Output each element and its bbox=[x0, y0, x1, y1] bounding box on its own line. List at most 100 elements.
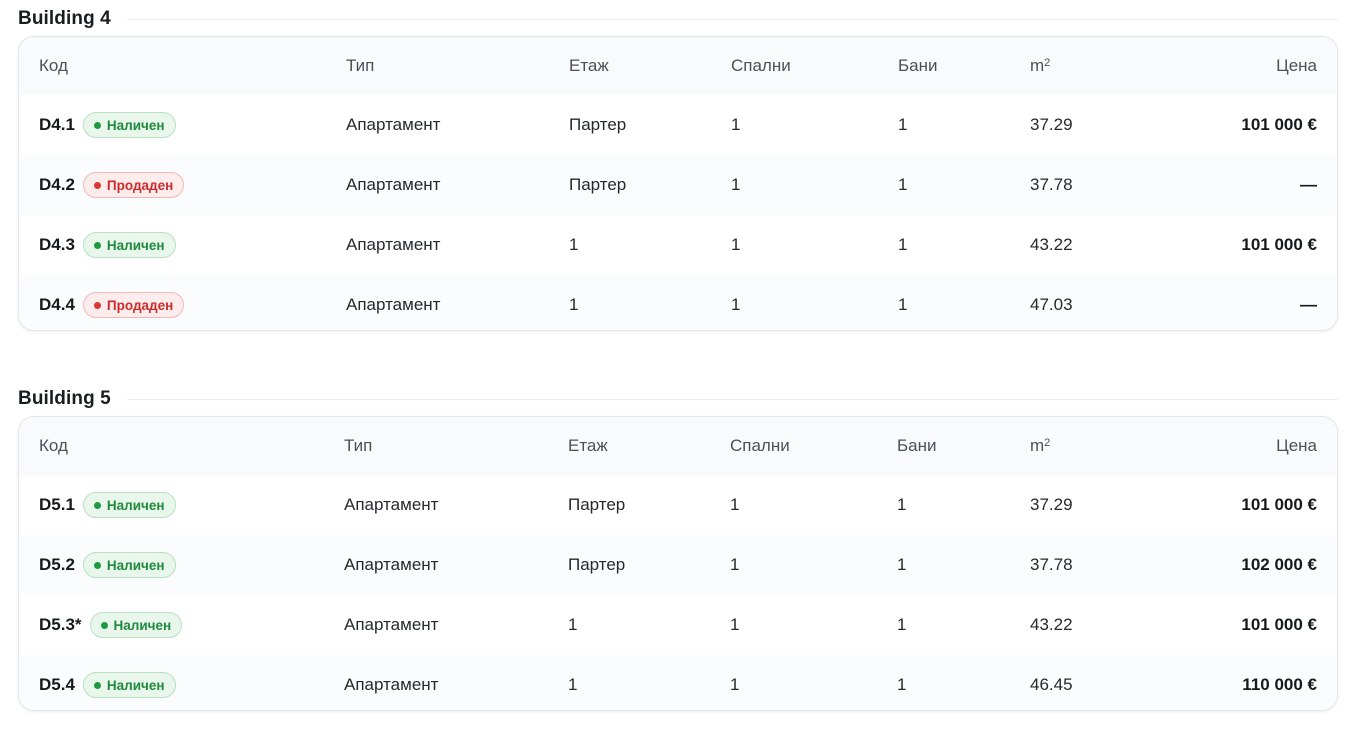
unit-code-cell: D5.4 Наличен bbox=[39, 655, 176, 710]
unit-bedrooms: 1 bbox=[730, 675, 740, 694]
unit-area: 37.29 bbox=[1030, 115, 1073, 134]
column-header-type[interactable]: Тип bbox=[344, 417, 372, 475]
unit-area: 37.78 bbox=[1030, 175, 1073, 194]
table-row[interactable]: D5.4 Наличен Апартамент 1 1 1 46.45 110 0… bbox=[19, 655, 1337, 710]
unit-floor: Партер bbox=[569, 175, 627, 194]
column-header-floor[interactable]: Етаж bbox=[569, 37, 609, 95]
status-badge: Наличен bbox=[89, 612, 183, 638]
table-row[interactable]: D4.3 Наличен Апартамент 1 1 1 43.22 101 0… bbox=[19, 215, 1337, 275]
area-unit: m bbox=[1030, 56, 1045, 75]
unit-code: D4.1 bbox=[39, 115, 75, 134]
unit-price: 101 000 € bbox=[1241, 115, 1317, 134]
section-divider bbox=[126, 18, 1338, 20]
column-header-area[interactable]: m2 bbox=[1030, 417, 1050, 475]
status-label: Наличен bbox=[106, 497, 165, 513]
section-header: Building 5 bbox=[18, 387, 1338, 411]
unit-price: 101 000 € bbox=[1241, 235, 1317, 254]
column-header-floor[interactable]: Етаж bbox=[568, 417, 608, 475]
unit-price: 110 000 € bbox=[1242, 675, 1317, 694]
unit-type: Апартамент bbox=[346, 295, 441, 314]
column-header-bedrooms[interactable]: Спални bbox=[730, 417, 790, 475]
status-label: Наличен bbox=[106, 677, 165, 693]
unit-code: D4.2 bbox=[39, 175, 75, 194]
unit-code: D5.2 bbox=[39, 555, 75, 574]
unit-code: D5.1 bbox=[39, 495, 75, 514]
status-badge: Продаден bbox=[82, 292, 185, 318]
unit-area: 47.03 bbox=[1030, 295, 1073, 314]
column-header-price[interactable]: Цена bbox=[1276, 417, 1317, 475]
unit-bedrooms: 1 bbox=[731, 235, 741, 254]
unit-code: D5.4 bbox=[39, 675, 75, 694]
unit-baths: 1 bbox=[898, 175, 908, 194]
unit-code: D5.3* bbox=[39, 615, 82, 634]
status-badge: Наличен bbox=[82, 492, 176, 518]
unit-bedrooms: 1 bbox=[731, 295, 741, 314]
status-dot-icon bbox=[93, 561, 101, 569]
status-label: Продаден bbox=[106, 177, 174, 193]
status-dot-icon bbox=[93, 241, 101, 249]
column-header-code[interactable]: Код bbox=[39, 417, 68, 475]
unit-bedrooms: 1 bbox=[730, 615, 740, 634]
unit-price: 101 000 € bbox=[1241, 615, 1317, 634]
table-row[interactable]: D5.2 Наличен Апартамент Партер 1 1 37.78 … bbox=[19, 535, 1337, 595]
status-label: Наличен bbox=[106, 117, 165, 133]
building-section: Building 4 Код Тип Етаж Спални Бани m2 Ц… bbox=[18, 7, 1338, 331]
unit-code-cell: D5.3* Наличен bbox=[39, 595, 183, 655]
unit-baths: 1 bbox=[897, 615, 907, 634]
unit-type: Апартамент bbox=[344, 675, 439, 694]
section-divider bbox=[126, 398, 1338, 400]
page: Building 4 Код Тип Етаж Спални Бани m2 Ц… bbox=[0, 0, 1356, 737]
unit-bedrooms: 1 bbox=[731, 115, 741, 134]
area-unit: m bbox=[1030, 436, 1045, 455]
table-row[interactable]: D5.1 Наличен Апартамент Партер 1 1 37.29 … bbox=[19, 475, 1337, 535]
unit-baths: 1 bbox=[898, 295, 908, 314]
unit-code-cell: D4.3 Наличен bbox=[39, 215, 176, 275]
table-row[interactable]: D5.3* Наличен Апартамент 1 1 1 43.22 101 … bbox=[19, 595, 1337, 655]
unit-baths: 1 bbox=[897, 495, 907, 514]
unit-area: 37.78 bbox=[1030, 555, 1073, 574]
building-section: Building 5 Код Тип Етаж Спални Бани m2 Ц… bbox=[18, 387, 1338, 711]
unit-area: 37.29 bbox=[1030, 495, 1073, 514]
unit-code-cell: D4.1 Наличен bbox=[39, 95, 176, 155]
unit-price: 101 000 € bbox=[1241, 495, 1317, 514]
status-badge: Наличен bbox=[82, 552, 176, 578]
status-label: Продаден bbox=[106, 297, 174, 313]
column-header-baths[interactable]: Бани bbox=[898, 37, 938, 95]
unit-floor: 1 bbox=[568, 675, 578, 694]
units-table: Код Тип Етаж Спални Бани m2 Цена D5.1 Нал… bbox=[18, 416, 1338, 711]
unit-floor: Партер bbox=[568, 495, 626, 514]
column-header-price[interactable]: Цена bbox=[1276, 37, 1317, 95]
status-badge: Наличен bbox=[82, 112, 176, 138]
unit-code: D4.3 bbox=[39, 235, 75, 254]
section-header: Building 4 bbox=[18, 7, 1338, 31]
table-row[interactable]: D4.1 Наличен Апартамент Партер 1 1 37.29 … bbox=[19, 95, 1337, 155]
unit-code-cell: D5.2 Наличен bbox=[39, 535, 176, 595]
unit-floor: Партер bbox=[569, 115, 627, 134]
column-header-area[interactable]: m2 bbox=[1030, 37, 1050, 95]
status-dot-icon bbox=[93, 121, 101, 129]
status-dot-icon bbox=[93, 181, 101, 189]
status-dot-icon bbox=[93, 681, 101, 689]
unit-price: — bbox=[1300, 295, 1317, 314]
unit-code-cell: D4.4 Продаден bbox=[39, 275, 185, 330]
status-badge: Наличен bbox=[82, 672, 176, 698]
unit-type: Апартамент bbox=[346, 115, 441, 134]
column-header-bedrooms[interactable]: Спални bbox=[731, 37, 791, 95]
status-label: Наличен bbox=[106, 237, 165, 253]
status-badge: Продаден bbox=[82, 172, 185, 198]
column-header-baths[interactable]: Бани bbox=[897, 417, 937, 475]
unit-type: Апартамент bbox=[346, 175, 441, 194]
unit-code-cell: D4.2 Продаден bbox=[39, 155, 185, 215]
unit-bedrooms: 1 bbox=[730, 495, 740, 514]
table-header-row: Код Тип Етаж Спални Бани m2 Цена bbox=[19, 417, 1337, 475]
unit-baths: 1 bbox=[898, 115, 908, 134]
table-row[interactable]: D4.4 Продаден Апартамент 1 1 1 47.03 — bbox=[19, 275, 1337, 330]
column-header-type[interactable]: Тип bbox=[346, 37, 374, 95]
section-title: Building 5 bbox=[18, 388, 111, 409]
unit-floor: 1 bbox=[568, 615, 578, 634]
units-table: Код Тип Етаж Спални Бани m2 Цена D4.1 Нал… bbox=[18, 36, 1338, 331]
column-header-code[interactable]: Код bbox=[39, 37, 68, 95]
table-row[interactable]: D4.2 Продаден Апартамент Партер 1 1 37.78… bbox=[19, 155, 1337, 215]
unit-bedrooms: 1 bbox=[731, 175, 741, 194]
unit-floor: 1 bbox=[569, 295, 579, 314]
